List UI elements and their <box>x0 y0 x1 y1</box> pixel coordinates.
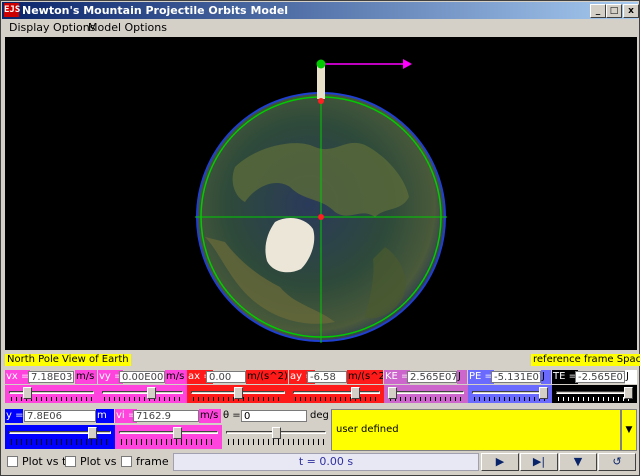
preset-select[interactable]: user defined <box>331 409 621 451</box>
preset-value: user defined <box>336 424 399 435</box>
theta-label: θ = <box>222 409 242 423</box>
ke-field[interactable]: 2.565E07 <box>407 371 457 383</box>
ax-slider[interactable] <box>187 385 289 403</box>
window-title: Newton's Mountain Projectile Orbits Mode… <box>22 4 289 17</box>
te-slider[interactable] <box>552 385 637 403</box>
ay-unit: m/(s^2) <box>347 370 383 384</box>
projectile[interactable] <box>316 59 326 69</box>
reset-button[interactable]: ↺ <box>598 453 636 471</box>
theta-slider[interactable] <box>222 425 330 449</box>
y-slider-thumb[interactable] <box>88 427 98 439</box>
simulation-view[interactable] <box>5 37 637 350</box>
plot-vs-t-label: Plot vs t <box>22 455 67 468</box>
plot-vs-r-checkbox[interactable] <box>65 456 76 467</box>
options-menu-button[interactable]: ▼ <box>559 453 597 471</box>
theta-unit: deg <box>309 409 330 423</box>
plot-vs-r-label: Plot vs r <box>80 455 125 468</box>
vy-field[interactable]: 0.00E00 <box>119 371 165 383</box>
menu-display-options[interactable]: Display Options <box>9 21 96 34</box>
menu-bar: Display Options Model Options <box>2 19 638 36</box>
close-button[interactable]: x <box>623 4 639 18</box>
vx-unit: m/s <box>75 370 97 384</box>
maximize-button[interactable]: □ <box>606 4 622 18</box>
slider-row-1 <box>5 385 637 405</box>
step-button[interactable]: ▶| <box>520 453 558 471</box>
preset-dropdown-arrow[interactable]: ▼ <box>621 409 637 451</box>
time-display: t = 0.00 s <box>173 453 479 471</box>
ax-field[interactable]: 0.00 <box>206 371 246 383</box>
view-label-left: North Pole View of Earth <box>5 354 131 366</box>
pe-slider[interactable] <box>468 385 552 403</box>
menu-model-options[interactable]: Model Options <box>88 21 167 34</box>
earth-view-svg <box>195 59 447 343</box>
title-bar[interactable]: EJS Newton's Mountain Projectile Orbits … <box>2 2 639 19</box>
pe-field[interactable]: -5.131E07 <box>491 371 541 383</box>
theta-field[interactable]: 0 <box>241 410 307 422</box>
plot-vs-t-checkbox[interactable] <box>7 456 18 467</box>
ke-slider-thumb[interactable] <box>388 387 397 399</box>
te-unit: J <box>625 370 637 384</box>
frame-label: frame <box>136 455 169 468</box>
vx-slider[interactable] <box>5 385 98 403</box>
earth-center-marker <box>318 214 324 220</box>
app-icon: EJS <box>4 3 21 17</box>
v-slider[interactable] <box>115 425 222 449</box>
pe-unit: J <box>541 370 551 384</box>
pe-slider-thumb[interactable] <box>539 387 548 399</box>
view-label-right: reference frame Space <box>531 354 640 366</box>
y-unit: m <box>96 409 114 423</box>
controls-row-2: y = 7.8E06 m vi = 7162.9 m/s θ = 0 deg u… <box>5 409 637 451</box>
vx-slider-thumb[interactable] <box>22 387 32 399</box>
te-slider-thumb[interactable] <box>624 387 633 399</box>
bottom-bar: Plot vs t Plot vs r frame t = 0.00 s ▶ ▶… <box>5 452 637 472</box>
vy-slider[interactable] <box>98 385 187 403</box>
mountain-base-marker <box>318 98 324 104</box>
ke-unit: J <box>457 370 467 384</box>
ay-slider-thumb[interactable] <box>350 387 360 399</box>
vx-field[interactable]: 7.18E03 <box>28 371 74 383</box>
velocity-arrowhead <box>403 59 412 69</box>
v-unit: m/s <box>199 409 221 423</box>
te-field[interactable]: -2.565E07 <box>575 371 625 383</box>
y-slider[interactable] <box>5 425 115 449</box>
vx-label: vx = <box>5 370 31 384</box>
frame-checkbox[interactable] <box>121 456 132 467</box>
readout-row-1: vx = 7.18E03 m/s vy = 0.00E00 m/s ax = 0… <box>5 370 637 384</box>
app-window: EJS Newton's Mountain Projectile Orbits … <box>0 0 640 476</box>
ax-unit: m/(s^2) <box>246 370 288 384</box>
ke-slider[interactable] <box>384 385 468 403</box>
ay-slider[interactable] <box>289 385 384 403</box>
theta-slider-thumb[interactable] <box>271 427 281 439</box>
v-field[interactable]: 7162.9 <box>133 410 199 422</box>
y-field[interactable]: 7.8E06 <box>24 410 96 422</box>
v-slider-thumb[interactable] <box>173 427 182 439</box>
vy-slider-thumb[interactable] <box>146 387 156 399</box>
vy-unit: m/s <box>165 370 187 384</box>
minimize-button[interactable]: _ <box>590 4 606 18</box>
play-button[interactable]: ▶ <box>481 453 519 471</box>
y-label: y = <box>5 409 23 423</box>
ax-slider-thumb[interactable] <box>233 387 243 399</box>
ay-field[interactable]: -6.58 <box>307 371 347 383</box>
